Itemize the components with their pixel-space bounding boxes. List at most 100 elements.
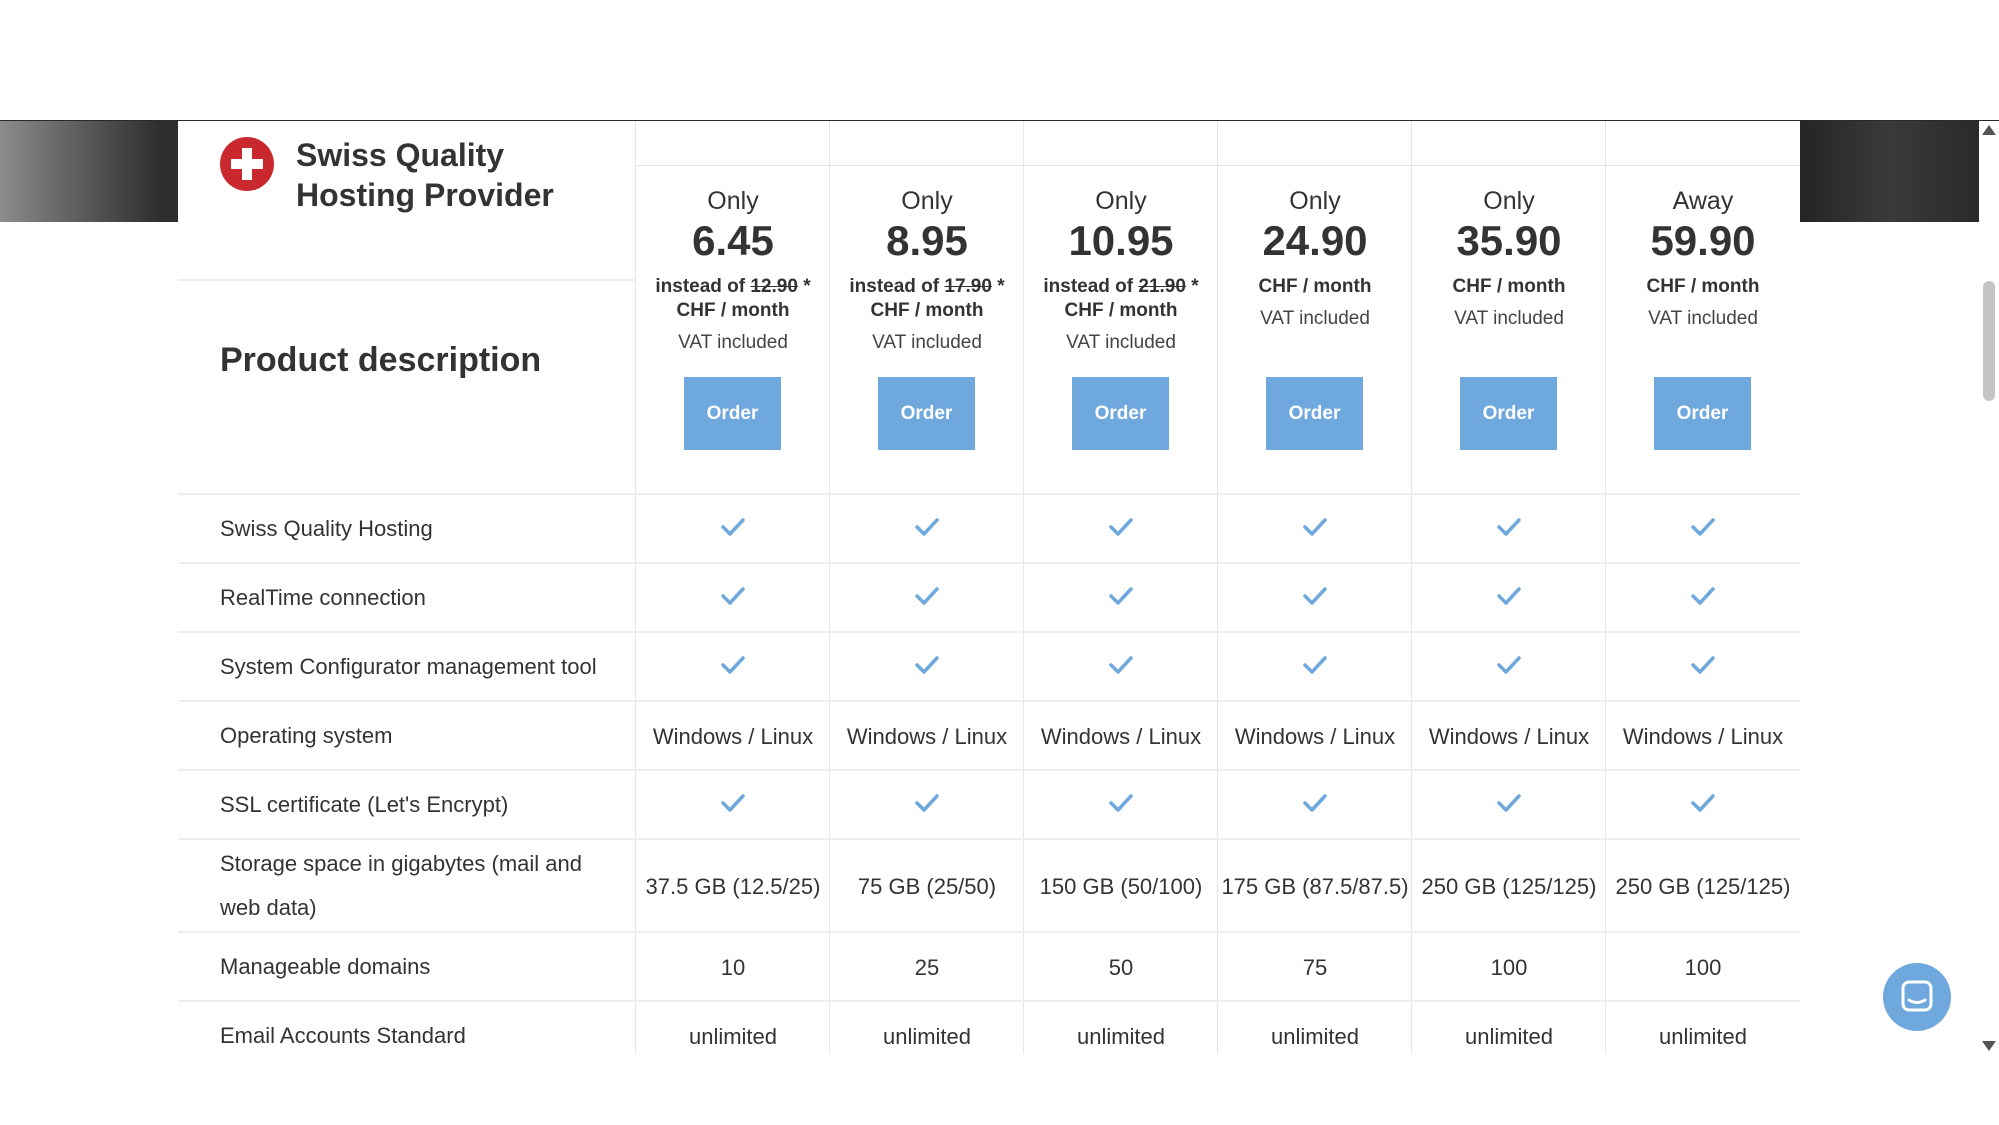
price-prefix: Only bbox=[1289, 187, 1341, 215]
feature-value: 150 GB (50/100) bbox=[1023, 840, 1218, 933]
feature-cell bbox=[829, 495, 1024, 564]
feature-value: unlimited bbox=[1605, 1002, 1800, 1055]
order-button[interactable]: Order bbox=[1460, 377, 1557, 450]
old-price: 12.90 bbox=[750, 276, 798, 297]
check-icon bbox=[1497, 564, 1521, 633]
price-period: CHF / month bbox=[1452, 276, 1566, 297]
chat-button[interactable] bbox=[1883, 963, 1951, 1031]
check-icon bbox=[1109, 633, 1133, 702]
feature-row: Storage space in gigabytes (mail and web… bbox=[178, 838, 1800, 933]
price-prefix: Only bbox=[1483, 187, 1535, 215]
top-blank-area bbox=[0, 0, 1999, 120]
feature-cell bbox=[635, 564, 830, 633]
scroll-up-arrow-icon[interactable] bbox=[1982, 125, 1996, 135]
price-details: instead of 12.90 * CHF / month VAT include… bbox=[636, 275, 830, 355]
scroll-thumb[interactable] bbox=[1983, 281, 1995, 401]
order-button[interactable]: Order bbox=[878, 377, 975, 450]
check-icon bbox=[1303, 633, 1327, 702]
price-prefix: Only bbox=[707, 187, 759, 215]
plan-price: 10.95 bbox=[1068, 217, 1174, 264]
old-price: 21.90 bbox=[1138, 276, 1186, 297]
feature-cell bbox=[1411, 564, 1606, 633]
check-icon bbox=[915, 564, 939, 633]
check-icon bbox=[1497, 771, 1521, 840]
feature-cell bbox=[1605, 495, 1800, 564]
order-button[interactable]: Order bbox=[1072, 377, 1169, 450]
feature-row: Operating system Windows / Linux Windows /… bbox=[178, 700, 1800, 771]
feature-label: Email Accounts Standard bbox=[220, 1023, 466, 1048]
feature-row: Manageable domains 10 25 50 75 100 100 bbox=[178, 931, 1800, 1002]
price-prefix: Only bbox=[1095, 187, 1147, 215]
asterisk: * bbox=[997, 276, 1005, 297]
feature-value: 175 GB (87.5/87.5) bbox=[1217, 840, 1412, 933]
feature-cell bbox=[1411, 495, 1606, 564]
feature-value: unlimited bbox=[635, 1002, 830, 1055]
feature-cell bbox=[1411, 633, 1606, 702]
feature-row: Email Accounts Standard unlimited unlimite… bbox=[178, 1000, 1800, 1055]
feature-value: unlimited bbox=[829, 1002, 1024, 1055]
check-icon bbox=[915, 771, 939, 840]
plan-column-2: Only 8.95 instead of 17.90 * CHF / month VAT… bbox=[829, 121, 1024, 493]
price-details: instead of 17.90 * CHF / month VAT include… bbox=[830, 275, 1024, 355]
chat-icon bbox=[1901, 980, 1933, 1012]
feature-cell bbox=[1605, 771, 1800, 840]
check-icon bbox=[721, 495, 745, 564]
page-scrollbar[interactable] bbox=[1979, 121, 1999, 1055]
feature-value: 75 GB (25/50) bbox=[829, 840, 1024, 933]
price-prefix: Only bbox=[901, 187, 953, 215]
check-icon bbox=[1691, 564, 1715, 633]
brand-title: Swiss Quality Hosting Provider bbox=[296, 137, 554, 213]
price-prefix: Away bbox=[1672, 187, 1734, 215]
plan-price: 35.90 bbox=[1456, 217, 1562, 264]
plan-price: 6.45 bbox=[692, 217, 774, 264]
feature-value: 50 bbox=[1023, 933, 1218, 1002]
feature-cell bbox=[1217, 564, 1412, 633]
price-period: CHF / month bbox=[1258, 276, 1372, 297]
vat-note: VAT included bbox=[872, 332, 982, 353]
swiss-cross-icon bbox=[220, 137, 274, 191]
price-period: CHF / month bbox=[1064, 300, 1178, 321]
feature-cell bbox=[829, 564, 1024, 633]
feature-row: RealTime connection bbox=[178, 562, 1800, 633]
plan-price: 8.95 bbox=[886, 217, 968, 264]
feature-cell bbox=[1023, 495, 1218, 564]
price-period: CHF / month bbox=[1646, 276, 1760, 297]
feature-value: 100 bbox=[1411, 933, 1606, 1002]
feature-value: 37.5 GB (12.5/25) bbox=[635, 840, 830, 933]
feature-cell bbox=[1217, 495, 1412, 564]
feature-cell bbox=[1217, 771, 1412, 840]
feature-row: SSL certificate (Let's Encrypt) bbox=[178, 769, 1800, 840]
plan-column-4: Only 24.90 CHF / month VAT included Order bbox=[1217, 121, 1412, 493]
feature-value: unlimited bbox=[1411, 1002, 1606, 1055]
feature-cell bbox=[1023, 564, 1218, 633]
feature-label: System Configurator management tool bbox=[220, 654, 597, 679]
check-icon bbox=[1303, 771, 1327, 840]
pricing-table: Swiss Quality Hosting Provider Product d… bbox=[178, 121, 1800, 1055]
feature-cell bbox=[1217, 633, 1412, 702]
feature-label: Operating system bbox=[220, 723, 393, 748]
bottom-blank-area bbox=[0, 1054, 1999, 1125]
order-button[interactable]: Order bbox=[1654, 377, 1751, 450]
order-button[interactable]: Order bbox=[1266, 377, 1363, 450]
feature-value: 250 GB (125/125) bbox=[1605, 840, 1800, 933]
old-price: 17.90 bbox=[944, 276, 992, 297]
asterisk: * bbox=[803, 276, 811, 297]
feature-value: Windows / Linux bbox=[635, 702, 830, 771]
plan-column-3: Only 10.95 instead of 21.90 * CHF / month VA… bbox=[1023, 121, 1218, 493]
feature-cell bbox=[829, 633, 1024, 702]
feature-value: Windows / Linux bbox=[1605, 702, 1800, 771]
feature-row: System Configurator management tool bbox=[178, 631, 1800, 702]
check-icon bbox=[1691, 633, 1715, 702]
check-icon bbox=[1303, 564, 1327, 633]
product-description-heading: Product description bbox=[220, 341, 542, 379]
check-icon bbox=[1497, 633, 1521, 702]
feature-cell bbox=[1023, 771, 1218, 840]
feature-label: Swiss Quality Hosting bbox=[220, 516, 433, 541]
hero-background-right bbox=[1779, 121, 1999, 222]
feature-cell bbox=[1605, 633, 1800, 702]
plan-price: 59.90 bbox=[1650, 217, 1756, 264]
order-button[interactable]: Order bbox=[684, 377, 781, 450]
feature-value: Windows / Linux bbox=[829, 702, 1024, 771]
scroll-down-arrow-icon[interactable] bbox=[1982, 1041, 1996, 1051]
check-icon bbox=[1691, 495, 1715, 564]
